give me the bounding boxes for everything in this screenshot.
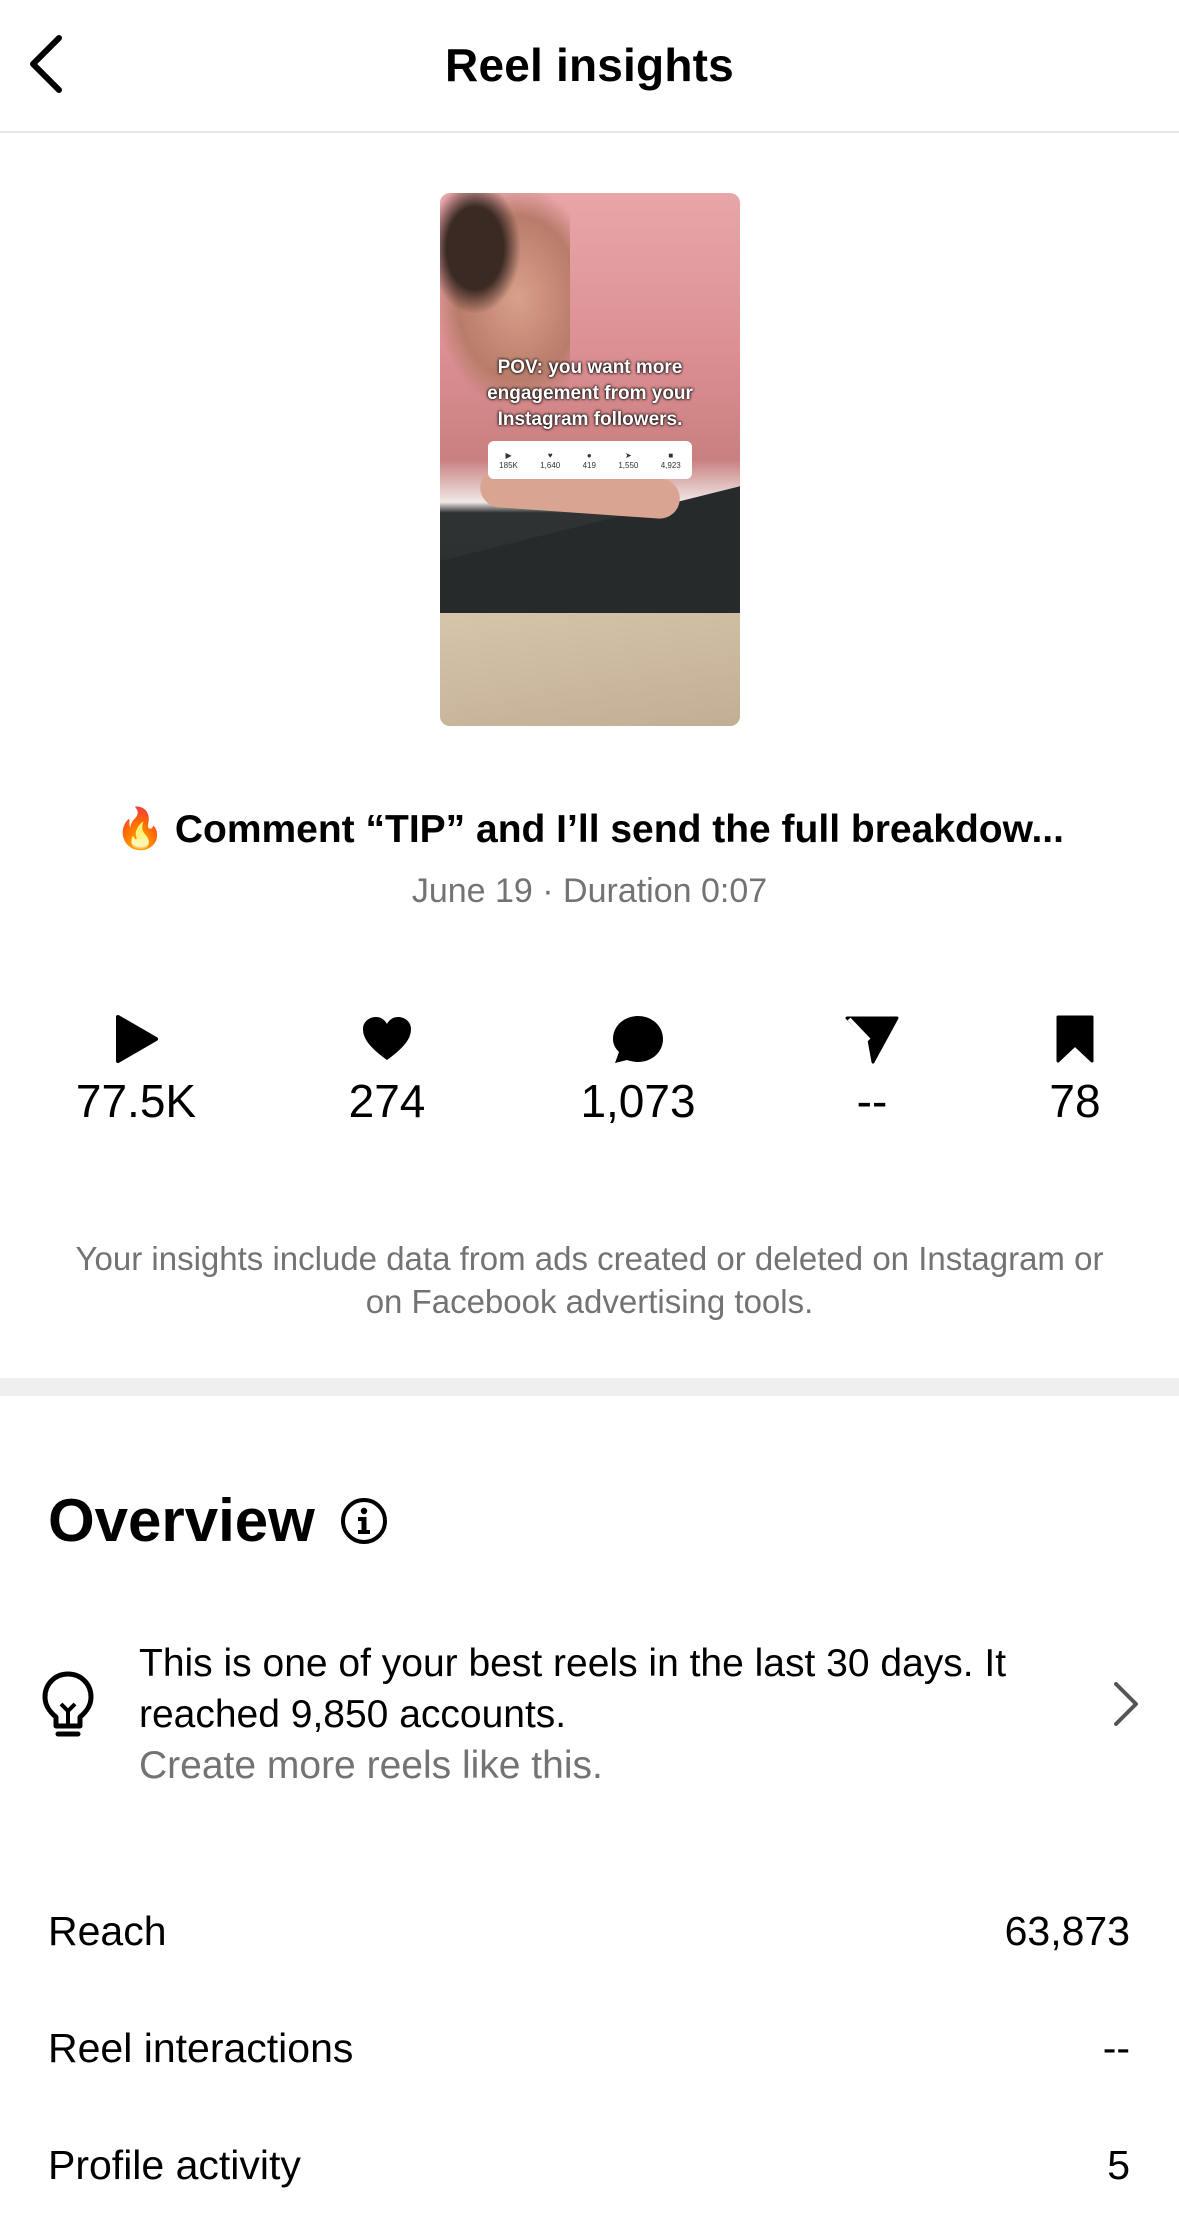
tip-text: This is one of your best reels in the la… bbox=[139, 1642, 1007, 1736]
metric-value: -- bbox=[1102, 2024, 1130, 2071]
fire-emoji: 🔥 bbox=[115, 807, 165, 851]
stat-comments: 1,073 bbox=[538, 1010, 738, 1128]
stat-saves: 78 bbox=[975, 1010, 1175, 1128]
metric-label: Reach bbox=[48, 1907, 167, 1954]
best-reel-tip[interactable]: This is one of your best reels in the la… bbox=[40, 1630, 1140, 1790]
thumbnail-stats: ▶ 185K ♥ 1,640 ● 419 ➤ 1,550 ■ 4,923 bbox=[488, 441, 692, 479]
reel-caption: 🔥 Comment “TIP” and I’ll send the full br… bbox=[0, 805, 1179, 852]
thumb-stat-likes: 1,640 bbox=[540, 460, 561, 470]
chevron-right-icon bbox=[1114, 1682, 1138, 1726]
thumb-stat-saves: 4,923 bbox=[660, 460, 681, 470]
reel-thumbnail[interactable]: POV: you want more engagement from your … bbox=[440, 193, 740, 726]
bookmark-icon bbox=[1056, 1015, 1094, 1063]
stat-plays: 77.5K bbox=[36, 1010, 236, 1128]
info-icon[interactable] bbox=[339, 1496, 389, 1546]
shares-count: -- bbox=[856, 1075, 888, 1127]
ads-data-notice: Your insights include data from ads crea… bbox=[75, 1240, 1104, 1320]
metric-value: 63,873 bbox=[1004, 1907, 1130, 1954]
comments-count: 1,073 bbox=[580, 1075, 696, 1127]
tip-subtext: Create more reels like this. bbox=[139, 1744, 603, 1787]
metric-label: Reel interactions bbox=[48, 2024, 354, 2071]
metric-row-reel-interactions[interactable]: Reel interactions -- bbox=[48, 2008, 1130, 2088]
metric-value: 5 bbox=[1107, 2141, 1130, 2188]
saves-count: 78 bbox=[1049, 1075, 1101, 1127]
reel-meta: June 19 · Duration 0:07 bbox=[411, 872, 768, 910]
thumb-stat-shares: 1,550 bbox=[618, 460, 639, 470]
thumbnail-caption: POV: you want more engagement from your … bbox=[487, 357, 693, 430]
plays-count: 77.5K bbox=[75, 1075, 197, 1127]
metric-label: Profile activity bbox=[48, 2141, 301, 2188]
section-divider bbox=[0, 1378, 1179, 1396]
likes-count: 274 bbox=[348, 1075, 426, 1127]
play-icon bbox=[116, 1015, 158, 1063]
top-bar: Reel insights bbox=[0, 0, 1179, 133]
page-title: Reel insights bbox=[445, 39, 734, 91]
lightbulb-icon bbox=[42, 1671, 94, 1737]
send-icon bbox=[845, 1016, 899, 1064]
metric-row-profile-activity[interactable]: Profile activity 5 bbox=[48, 2125, 1130, 2205]
thumb-stat-plays: 185K bbox=[499, 460, 518, 470]
engagement-stats: 77.5K 274 1,073 -- 78 bbox=[0, 1010, 1179, 1140]
comment-icon bbox=[613, 1016, 663, 1063]
overview-title: Overview bbox=[48, 1487, 315, 1554]
heart-icon bbox=[363, 1017, 411, 1060]
thumb-stat-comments: 419 bbox=[582, 460, 596, 470]
overview-heading: Overview bbox=[48, 1486, 389, 1555]
metric-row-reach[interactable]: Reach 63,873 bbox=[48, 1891, 1130, 1971]
stat-shares: -- bbox=[772, 1010, 972, 1128]
stat-likes: 274 bbox=[287, 1010, 487, 1128]
reel-caption-text: Comment “TIP” and I’ll send the full bre… bbox=[174, 808, 1064, 851]
